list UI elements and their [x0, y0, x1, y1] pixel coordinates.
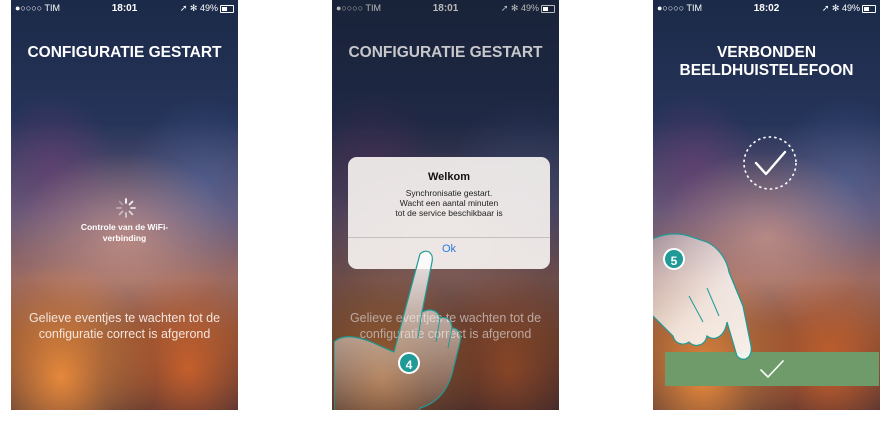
check-circle-icon [743, 136, 797, 190]
dialog-divider [348, 237, 550, 238]
battery-percent: ➚ ✻ 49% [500, 3, 539, 13]
hand-pointer-icon [334, 250, 462, 410]
dialog-message-line: tot de service beschikbaar is [395, 208, 503, 218]
battery-icon [862, 5, 876, 13]
title-line: BEELDHUISTELEFOON [679, 62, 854, 79]
step-badge: 4 [398, 352, 420, 374]
dialog-message-line: Synchronisatie gestart. [405, 188, 493, 198]
step-badge: 5 [663, 248, 685, 270]
loading-status-text: Controle van de WiFi-verbinding [80, 222, 169, 243]
battery-percent: ➚ ✻ 49% [179, 3, 218, 13]
screen-connected: ●○○○○ TIM 18:02 ➚ ✻ 49% VERBONDEN BEELDH… [653, 0, 880, 410]
status-bar: ●○○○○ TIM 18:01 ➚ ✻ 49% [332, 0, 559, 18]
battery-icon [541, 5, 555, 13]
dialog-message: Synchronisatie gestart. Wacht een aantal… [356, 188, 542, 218]
hand-pointer-icon [653, 233, 752, 360]
status-bar: ●○○○○ TIM 18:02 ➚ ✻ 49% [653, 0, 880, 18]
page-title: VERBONDEN BEELDHUISTELEFOON [653, 44, 880, 80]
battery-icon [220, 5, 234, 13]
dialog-title: Welkom [428, 171, 470, 183]
status-bar: ●○○○○ TIM 18:01 ➚ ✻ 49% [11, 0, 238, 18]
wait-message: Gelieve eventjes te wachten tot de confi… [28, 311, 221, 341]
battery-percent: ➚ ✻ 49% [821, 3, 860, 13]
screen-configuration-started: ●○○○○ TIM 18:01 ➚ ✻ 49% CONFIGURATIE GES… [11, 0, 238, 410]
dialog-message-line: Wacht een aantal minuten [399, 198, 499, 208]
spinner-icon [116, 198, 136, 218]
screen-welcome-dialog: ●○○○○ TIM 18:01 ➚ ✻ 49% CONFIGURATIE GES… [332, 0, 559, 410]
page-title: CONFIGURATIE GESTART [27, 44, 222, 61]
page-title: CONFIGURATIE GESTART [348, 44, 543, 61]
title-line: VERBONDEN [716, 44, 817, 61]
